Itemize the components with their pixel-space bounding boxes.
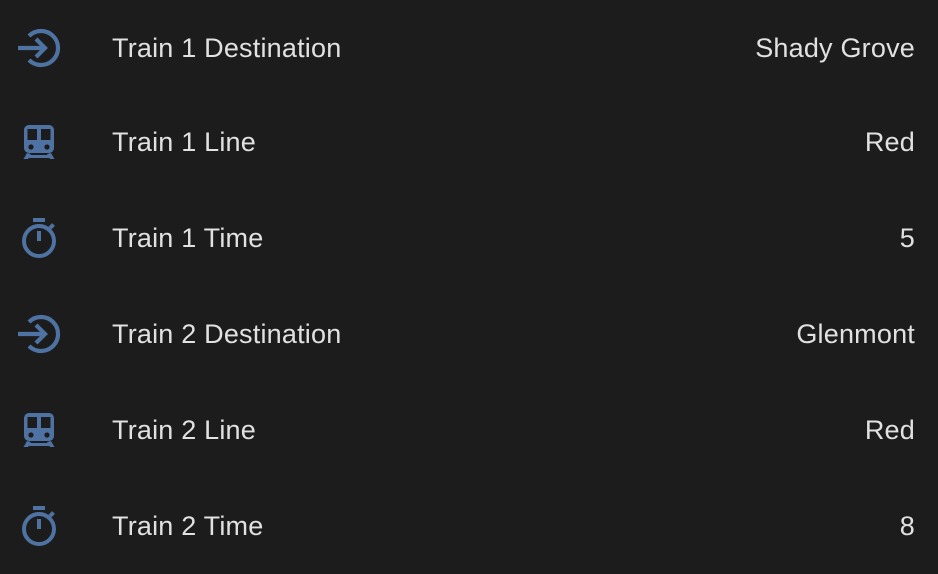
entity-row-train-1-destination[interactable]: Train 1 Destination Shady Grove (0, 0, 938, 96)
entity-name: Train 2 Line (112, 414, 256, 445)
entity-row-train-1-line[interactable]: Train 1 Line Red (0, 94, 938, 190)
entity-value: Glenmont (796, 318, 915, 349)
entity-row-train-2-time[interactable]: Train 2 Time 8 (0, 478, 938, 574)
entity-value: 8 (899, 510, 915, 541)
entity-row-train-2-destination[interactable]: Train 2 Destination Glenmont (0, 286, 938, 382)
entity-name: Train 2 Destination (112, 318, 342, 349)
login-icon (16, 25, 62, 71)
entity-name: Train 1 Destination (112, 32, 342, 63)
entity-value: 5 (899, 222, 915, 253)
timer-icon (16, 503, 62, 549)
train-icon (16, 119, 62, 165)
entity-name: Train 1 Time (112, 222, 264, 253)
entity-name: Train 2 Time (112, 510, 264, 541)
entity-value: Red (864, 414, 915, 445)
entity-row-train-1-time[interactable]: Train 1 Time 5 (0, 190, 938, 286)
timer-icon (16, 215, 62, 261)
entity-name: Train 1 Line (112, 126, 256, 157)
train-icon (16, 407, 62, 453)
entity-value: Red (864, 126, 915, 157)
login-icon (16, 311, 62, 357)
entity-value: Shady Grove (755, 32, 915, 63)
entity-row-train-2-line[interactable]: Train 2 Line Red (0, 382, 938, 478)
entity-list: Train 1 Destination Shady Grove Train 1 … (0, 0, 938, 568)
